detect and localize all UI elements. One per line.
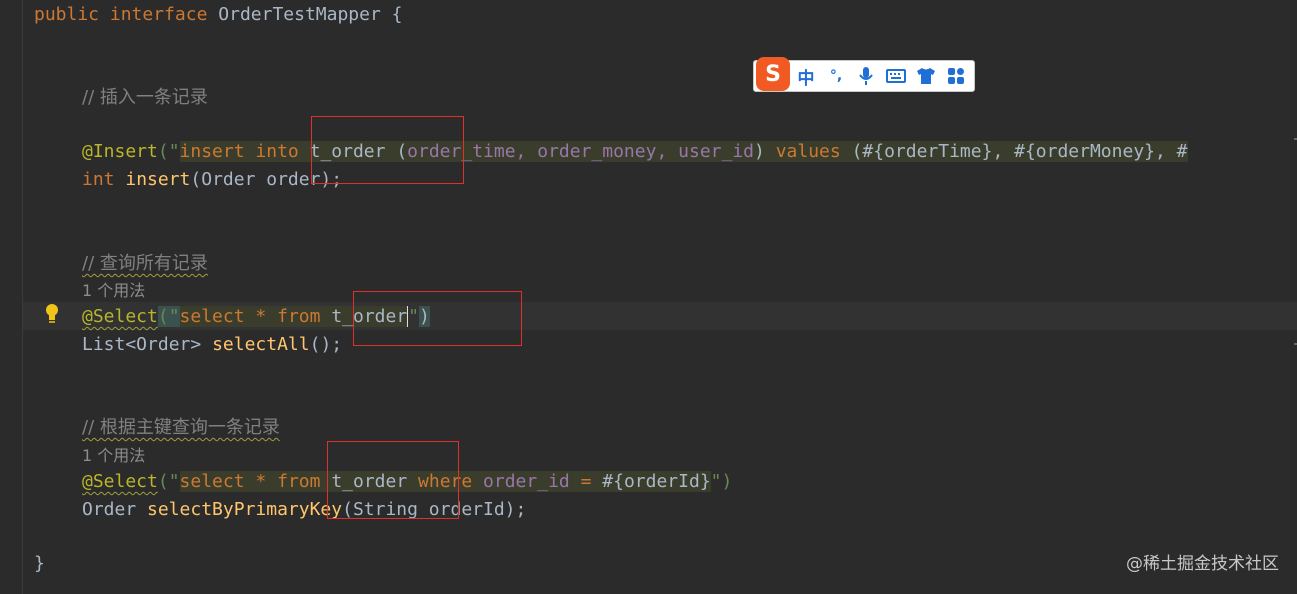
sql-col-order-money: order_money [537, 141, 657, 162]
method-insert: insert [125, 169, 191, 190]
annotation-open: (" [157, 306, 180, 327]
return-type: Order [82, 499, 137, 520]
highlight-box-select-pk [327, 441, 459, 519]
insert-annotation: @Insert [82, 141, 158, 162]
code-editor[interactable]: public interface OrderTestMapper { // 插入… [34, 0, 1297, 594]
comment-select-all: // 查询所有记录 [82, 253, 208, 274]
sql-into: into [255, 141, 299, 162]
sql-insert: insert [179, 141, 245, 162]
method-select-by-pk: selectByPrimaryKey [147, 499, 343, 520]
sql-values: values [775, 141, 841, 162]
select-all-method-line: List<Order> selectAll(); [82, 333, 342, 357]
annotation-open: (" [157, 471, 180, 492]
lightbulb-icon[interactable] [44, 303, 60, 325]
comment-select-pk: // 根据主键查询一条记录 [82, 417, 280, 438]
insert-annotation-line: @Insert("insert into t_order (order_time… [82, 140, 1188, 164]
usage-hint[interactable]: 1 个用法 [82, 279, 145, 303]
close-paren: ") [710, 471, 733, 492]
method-args: (); [309, 334, 343, 355]
interface-declaration-line: public interface OrderTestMapper { [34, 3, 403, 27]
return-type-int: int [82, 169, 115, 190]
return-type: List<Order> [82, 334, 202, 355]
sql-star: * [255, 471, 267, 492]
closing-brace: } [34, 553, 45, 574]
sogou-logo-icon[interactable]: S [756, 57, 790, 91]
grid-icon[interactable] [946, 67, 966, 85]
method-select-all: selectAll [212, 334, 310, 355]
ime-toolbar[interactable]: S 中 °, [753, 57, 975, 92]
sql-params: (#{orderTime}, #{orderMoney}, # [851, 141, 1188, 162]
shirt-icon[interactable] [916, 67, 936, 85]
select-annotation: @Select [82, 471, 158, 492]
sql-col-user-id: user_id [678, 141, 754, 162]
interface-name: OrderTestMapper [218, 4, 381, 25]
select-pk-method-line: Order selectByPrimaryKey(String orderId)… [82, 498, 526, 522]
sql-star: * [255, 306, 267, 327]
ime-punct-toggle[interactable]: °, [826, 68, 846, 84]
keyboard-icon[interactable] [886, 68, 906, 84]
annotation-open: (" [157, 141, 180, 162]
sql-paren-close: ) [754, 141, 765, 162]
sql-select: select [179, 471, 245, 492]
open-brace: { [391, 4, 403, 25]
highlight-box-select-all [353, 291, 522, 346]
sql-param: #{orderId} [602, 471, 711, 492]
sql-select: select [179, 306, 245, 327]
sql-from: from [277, 471, 321, 492]
editor-gutter [0, 0, 23, 594]
sql-from: from [277, 306, 321, 327]
usage-hint[interactable]: 1 个用法 [82, 444, 145, 468]
microphone-icon[interactable] [856, 66, 876, 86]
select-annotation: @Select [82, 306, 158, 327]
insert-method-line: int insert(Order order); [82, 168, 342, 192]
keyword-interface: interface [109, 4, 208, 25]
keyword-public: public [34, 4, 100, 25]
sql-eq: = [580, 471, 592, 492]
sql-col-order-id: order_id [483, 471, 570, 492]
watermark: @稀土掘金技术社区 [1126, 554, 1279, 574]
highlight-box-insert [311, 116, 464, 184]
ime-mode-toggle[interactable]: 中 [796, 64, 816, 89]
comment-insert: // 插入一条记录 [82, 87, 208, 108]
